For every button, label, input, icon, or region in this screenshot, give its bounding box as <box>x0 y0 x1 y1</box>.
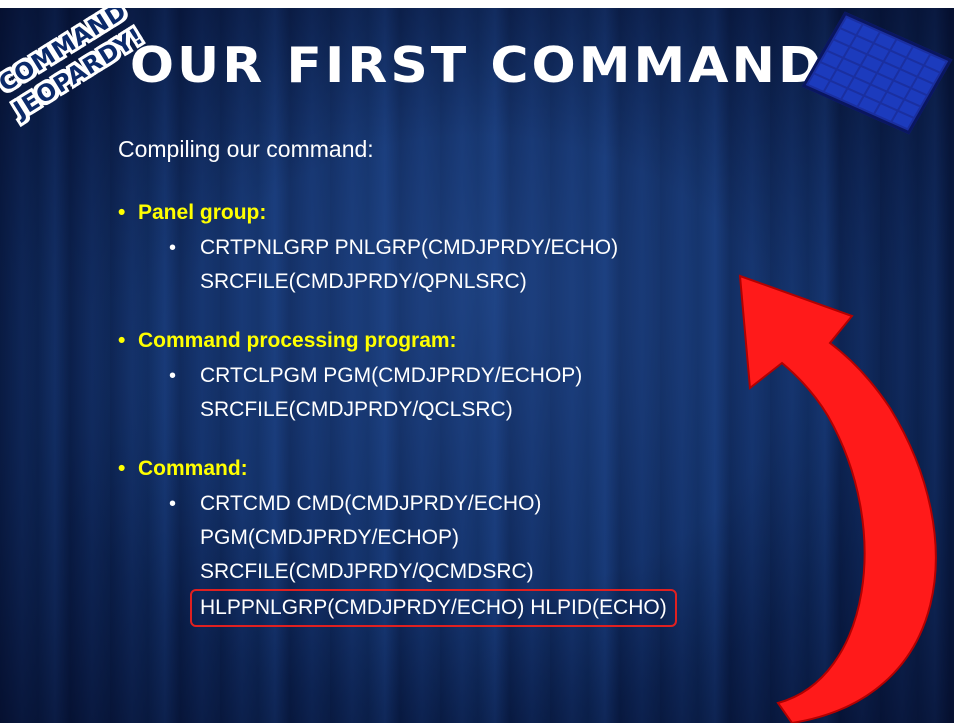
heading-text: Command: <box>138 457 248 480</box>
bullet: • <box>118 457 126 480</box>
section-command: • Command: • CRTCMD CMD(CMDJPRDY/ECHO) P… <box>118 457 838 627</box>
section-heading: • Command: <box>118 457 838 481</box>
bullet: • <box>169 365 177 387</box>
bullet: • <box>169 493 177 515</box>
heading-text: Command processing program: <box>138 329 457 352</box>
command-line: SRCFILE(CMDJPRDY/QPNLSRC) <box>200 270 527 293</box>
intro-text: Compiling our command: <box>118 136 374 162</box>
command-line: CRTPNLGRP PNLGRP(CMDJPRDY/ECHO) <box>200 236 619 259</box>
slide: COMMAND JEOPARDY! OUR FIRST COMMAND Comp… <box>0 8 954 723</box>
command-line: SRCFILE(CMDJPRDY/QCMDSRC) <box>200 560 534 583</box>
command-line: PGM(CMDJPRDY/ECHOP) <box>200 526 460 549</box>
section-heading: • Panel group: <box>118 201 838 225</box>
command-line: CRTCMD CMD(CMDJPRDY/ECHO) <box>200 492 542 515</box>
jeopardy-board-image <box>801 11 953 135</box>
section-command-processing-program: • Command processing program: • CRTCLPGM… <box>118 329 838 427</box>
bullet: • <box>169 237 177 259</box>
slide-content: Compiling our command: • Panel group: • … <box>118 136 838 657</box>
heading-text: Panel group: <box>138 201 267 224</box>
bullet: • <box>118 201 126 224</box>
highlighted-command-line: HLPPNLGRP(CMDJPRDY/ECHO) HLPID(ECHO) <box>190 589 677 627</box>
bullet: • <box>118 329 126 352</box>
command-text: • CRTCMD CMD(CMDJPRDY/ECHO) PGM(CMDJPRDY… <box>118 487 838 627</box>
command-text: • CRTCLPGM PGM(CMDJPRDY/ECHOP) SRCFILE(C… <box>118 359 838 427</box>
section-panel-group: • Panel group: • CRTPNLGRP PNLGRP(CMDJPR… <box>118 201 838 299</box>
command-line: SRCFILE(CMDJPRDY/QCLSRC) <box>200 398 513 421</box>
command-line: CRTCLPGM PGM(CMDJPRDY/ECHOP) <box>200 364 583 387</box>
section-heading: • Command processing program: <box>118 329 838 353</box>
command-text: • CRTPNLGRP PNLGRP(CMDJPRDY/ECHO) SRCFIL… <box>118 231 838 299</box>
